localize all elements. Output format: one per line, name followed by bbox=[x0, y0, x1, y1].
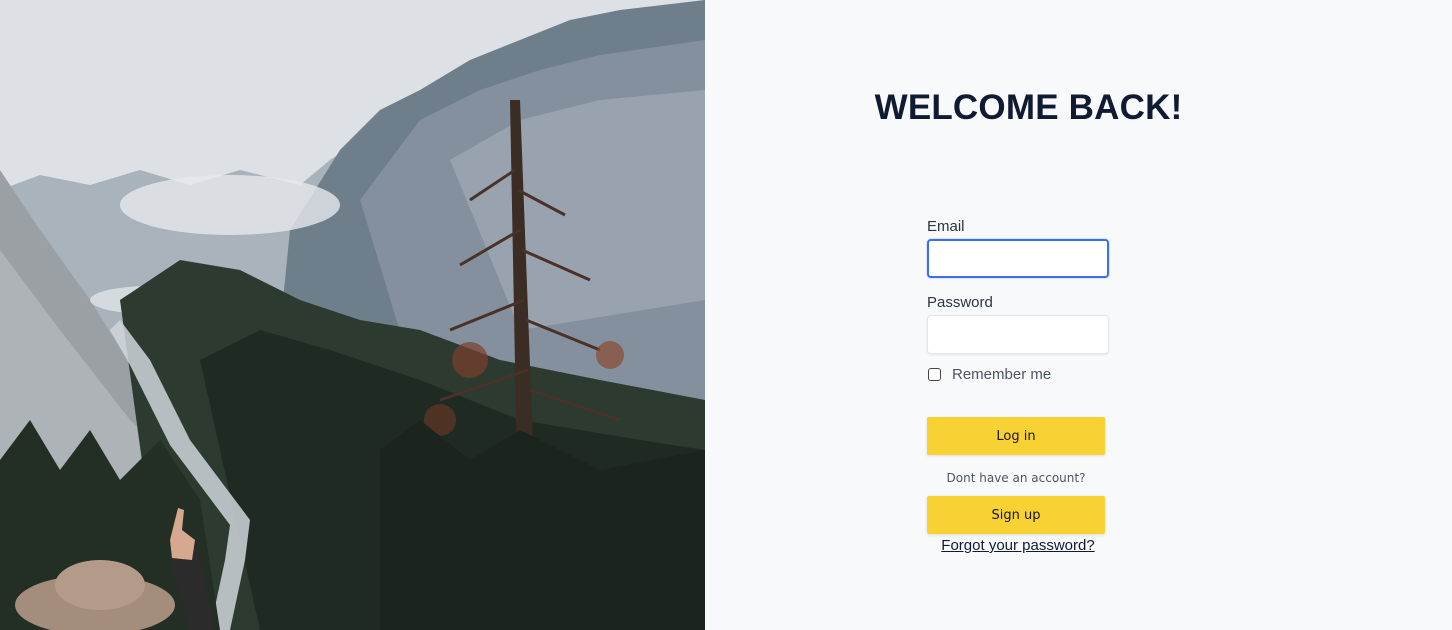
remember-me-label: Remember me bbox=[952, 365, 1052, 383]
remember-me-checkbox[interactable] bbox=[928, 367, 941, 381]
no-account-text: Dont have an account? bbox=[946, 471, 1086, 485]
page-title: WELCOME BACK! bbox=[874, 88, 1183, 127]
login-form: Email Password Remember me Log in Dont h… bbox=[927, 218, 1111, 554]
password-field-group: Password bbox=[927, 294, 1111, 354]
mountain-landscape-photo bbox=[0, 0, 705, 630]
heading-wrap: WELCOME BACK! bbox=[705, 0, 1352, 128]
forgot-password-link[interactable]: Forgot your password? bbox=[927, 537, 1109, 554]
email-label: Email bbox=[927, 218, 965, 235]
email-field[interactable] bbox=[927, 239, 1109, 278]
remember-me-row: Remember me bbox=[927, 364, 1111, 384]
email-field-group: Email bbox=[927, 218, 1111, 278]
password-label: Password bbox=[927, 294, 993, 311]
hero-image bbox=[0, 0, 705, 630]
password-field[interactable] bbox=[927, 315, 1109, 354]
login-page: WELCOME BACK! Email Password Remember me… bbox=[0, 0, 1452, 630]
login-panel: WELCOME BACK! Email Password Remember me… bbox=[705, 0, 1452, 630]
login-button[interactable]: Log in bbox=[927, 417, 1105, 455]
signup-button[interactable]: Sign up bbox=[927, 496, 1105, 534]
